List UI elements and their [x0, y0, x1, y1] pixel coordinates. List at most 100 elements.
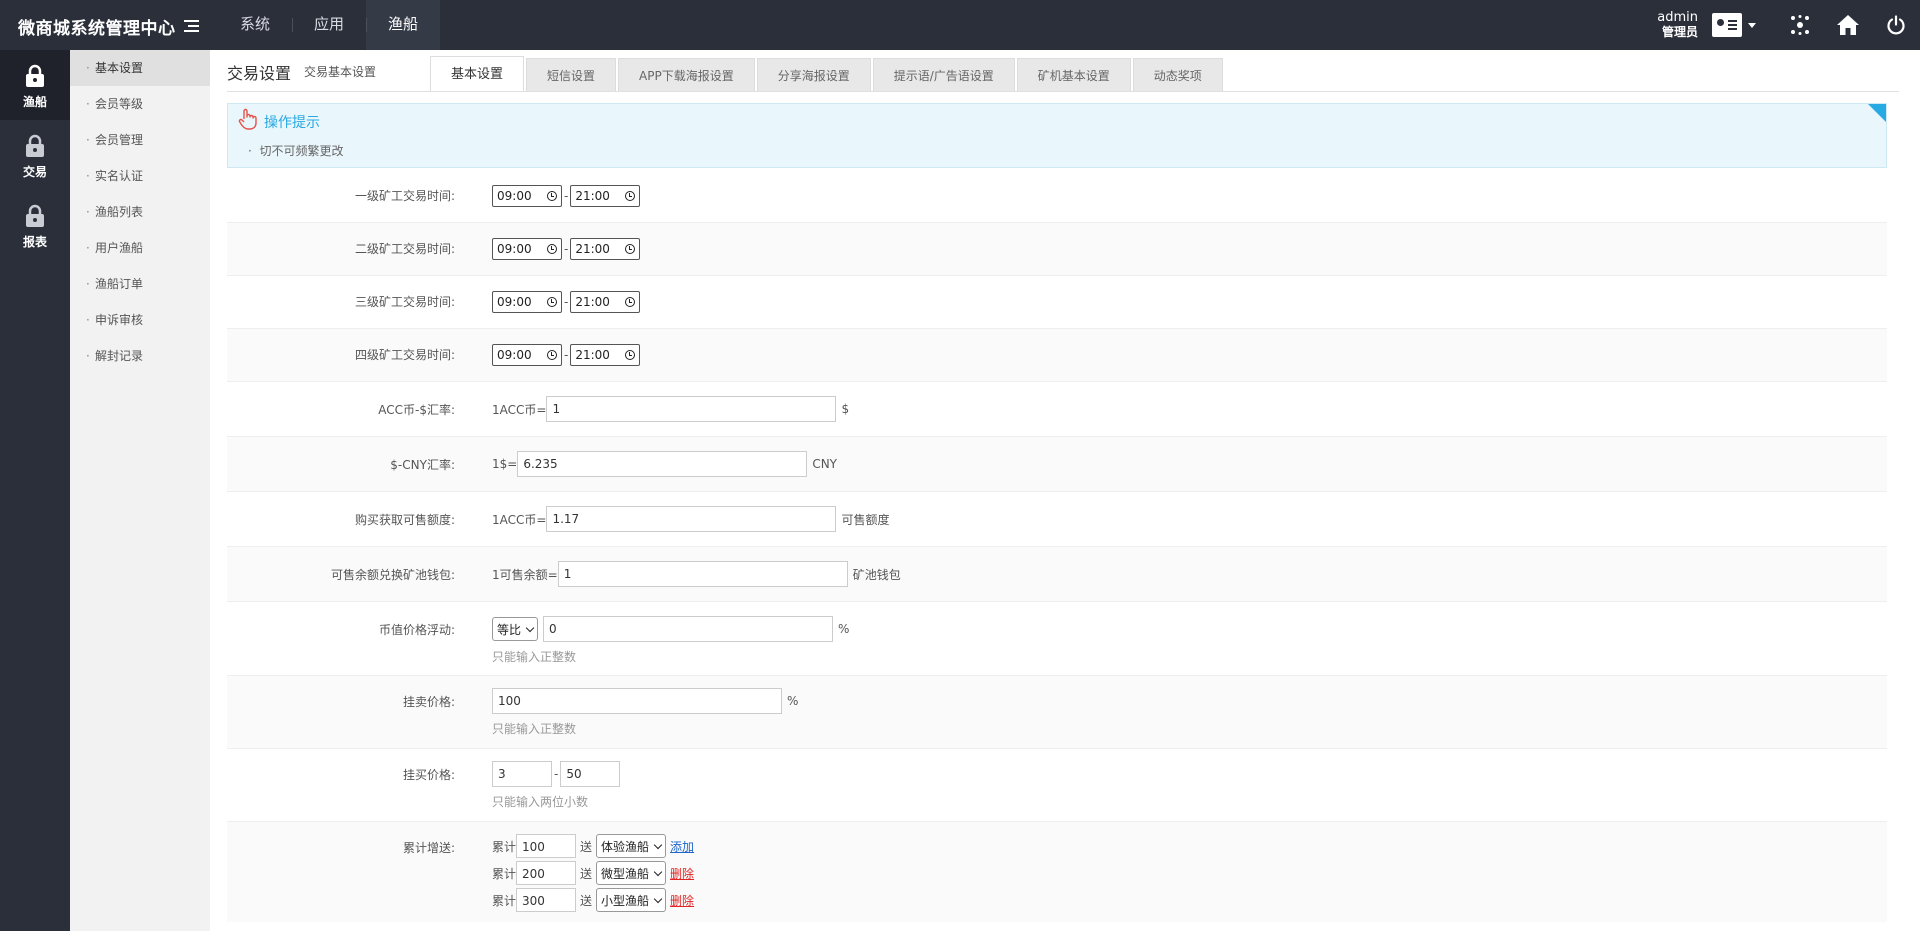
field-label: $-CNY汇率:	[390, 458, 455, 472]
top-right-tools: admin 管理员	[1657, 0, 1920, 50]
chevron-down-icon	[525, 623, 535, 632]
field-label: 二级矿工交易时间:	[354, 242, 455, 256]
user-info[interactable]: admin 管理员	[1657, 11, 1698, 40]
price-float-input[interactable]: 0	[543, 616, 834, 642]
field-label: 可售余额兑换矿池钱包:	[330, 568, 455, 582]
sitemap-icon[interactable]	[1776, 0, 1824, 50]
tab-share-poster-settings[interactable]: 分享海报设置	[756, 58, 871, 92]
acc-rate-input[interactable]: 1	[546, 396, 837, 422]
float-mode-select[interactable]: 等比	[492, 617, 539, 641]
field-suffix: CNY	[812, 457, 838, 471]
field-label: 挂卖价格:	[402, 695, 455, 709]
submenu-item-real-name-auth[interactable]: 实名认证	[70, 158, 210, 194]
bonus-boat-select[interactable]: 体验渔船	[596, 834, 667, 858]
start-time-input[interactable]: 09:00	[492, 344, 562, 366]
tab-slogan-settings[interactable]: 提示语/广告语设置	[872, 58, 1015, 92]
field-label: ACC币-$汇率:	[378, 403, 455, 417]
start-time-input[interactable]: 09:00	[492, 291, 562, 313]
tips-title: 操作提示	[264, 115, 320, 131]
submenu-item-unban-records[interactable]: 解封记录	[70, 338, 210, 374]
field-hint: 只能输入正整数	[492, 722, 577, 736]
chevron-down-icon[interactable]	[1748, 22, 1756, 28]
end-time-input[interactable]: 21:00	[570, 238, 641, 260]
home-icon[interactable]	[1824, 0, 1872, 50]
form-row-sell-quota: 购买获取可售额度: 1ACC币= 1.17 可售额度	[227, 492, 1887, 547]
iconbar-item-reports[interactable]: 报表	[0, 190, 70, 260]
tab-basic-settings[interactable]: 基本设置	[430, 56, 525, 92]
tab-miner-settings[interactable]: 矿机基本设置	[1016, 58, 1131, 92]
field-label: 四级矿工交易时间:	[354, 348, 455, 362]
start-time-input[interactable]: 09:00	[492, 238, 562, 260]
start-time-input[interactable]: 09:00	[492, 185, 562, 207]
submenu-item-boat-list[interactable]: 渔船列表	[70, 194, 210, 230]
clock-icon	[625, 350, 636, 360]
pointing-hand-icon	[238, 108, 258, 133]
bonus-row: 累计 100 送 体验渔船 添加	[492, 834, 694, 858]
topnav-item-apps[interactable]: 应用	[292, 0, 366, 50]
submenu-item-appeal-review[interactable]: 申诉审核	[70, 302, 210, 338]
chevron-down-icon	[653, 840, 663, 849]
clock-icon	[625, 244, 636, 254]
iconbar-label: 渔船	[22, 95, 47, 109]
tab-sms-settings[interactable]: 短信设置	[526, 58, 617, 92]
delete-bonus-link[interactable]: 删除	[670, 892, 694, 909]
field-suffix: 矿池钱包	[852, 567, 901, 582]
iconbar-item-trade[interactable]: 交易	[0, 120, 70, 190]
bonus-amount-input[interactable]: 100	[516, 834, 577, 858]
clock-icon	[625, 191, 636, 201]
power-icon[interactable]	[1872, 0, 1920, 50]
pool-wallet-input[interactable]: 1	[557, 561, 848, 587]
top-bar: 微商城系统管理中心 系统 应用 渔船 admin 管理员	[0, 0, 1920, 50]
topnav-item-system[interactable]: 系统	[218, 0, 292, 50]
form-row-acc-rate: ACC币-$汇率: 1ACC币= 1 $	[227, 382, 1887, 437]
field-prefix: 1可售余额=	[492, 567, 558, 582]
bonus-amount-input[interactable]: 300	[516, 888, 577, 912]
field-suffix: %	[787, 694, 799, 708]
field-suffix: $	[841, 402, 850, 416]
add-bonus-link[interactable]: 添加	[670, 838, 694, 855]
iconbar-item-boats[interactable]: 渔船	[0, 50, 70, 120]
submenu-item-member-levels[interactable]: 会员等级	[70, 86, 210, 122]
field-prefix: 1ACC币=	[492, 512, 547, 527]
form-row-level4: 四级矿工交易时间: 09:00 - 21:00	[227, 329, 1887, 382]
clock-icon	[547, 191, 557, 201]
bonus-boat-select[interactable]: 微型渔船	[596, 861, 667, 885]
submenu-item-boat-orders[interactable]: 渔船订单	[70, 266, 210, 302]
user-card-icon[interactable]	[1712, 13, 1742, 37]
buy-price-min-input[interactable]: 3	[492, 761, 552, 787]
page-subtitle: 交易基本设置	[304, 65, 377, 79]
lock-icon	[26, 64, 44, 87]
sell-price-input[interactable]: 100	[492, 688, 782, 714]
bonus-boat-select[interactable]: 小型渔船	[596, 888, 667, 912]
field-hint: 只能输入两位小数	[492, 795, 589, 809]
submenu-item-user-boats[interactable]: 用户渔船	[70, 230, 210, 266]
menu-toggle-icon[interactable]	[184, 20, 199, 32]
form-row-level1: 一级矿工交易时间: 09:00 - 21:00	[227, 170, 1887, 223]
submenu-item-member-management[interactable]: 会员管理	[70, 122, 210, 158]
delete-bonus-link[interactable]: 删除	[670, 865, 694, 882]
bonus-row: 累计 300 送 小型渔船 删除	[492, 888, 694, 912]
iconbar-label: 报表	[22, 235, 47, 249]
buy-price-max-input[interactable]: 50	[560, 761, 621, 787]
topnav-item-boats[interactable]: 渔船	[366, 0, 441, 50]
submenu-item-basic-settings[interactable]: 基本设置	[70, 50, 210, 86]
field-prefix: 1$=	[492, 457, 518, 471]
end-time-input[interactable]: 21:00	[570, 185, 641, 207]
cny-rate-input[interactable]: 6.235	[517, 451, 808, 477]
top-nav: 系统 应用 渔船	[218, 0, 441, 50]
sub-menu: 基本设置 会员等级 会员管理 实名认证 渔船列表 用户渔船 渔船订单 申诉审核 …	[70, 50, 210, 931]
corner-badge	[1868, 104, 1886, 122]
sell-quota-input[interactable]: 1.17	[546, 506, 837, 532]
bonus-amount-input[interactable]: 200	[516, 861, 577, 885]
end-time-input[interactable]: 21:00	[570, 344, 641, 366]
clock-icon	[547, 244, 557, 254]
tabs-divider	[227, 91, 1899, 92]
tab-app-poster-settings[interactable]: APP下载海报设置	[618, 58, 755, 92]
clock-icon	[547, 297, 557, 307]
chevron-down-icon	[653, 867, 663, 876]
tab-dynamic-rewards[interactable]: 动态奖项	[1132, 58, 1223, 92]
end-time-input[interactable]: 21:00	[570, 291, 641, 313]
field-suffix: %	[838, 622, 850, 636]
form-row-level3: 三级矿工交易时间: 09:00 - 21:00	[227, 276, 1887, 329]
field-label: 币值价格浮动:	[378, 623, 455, 637]
